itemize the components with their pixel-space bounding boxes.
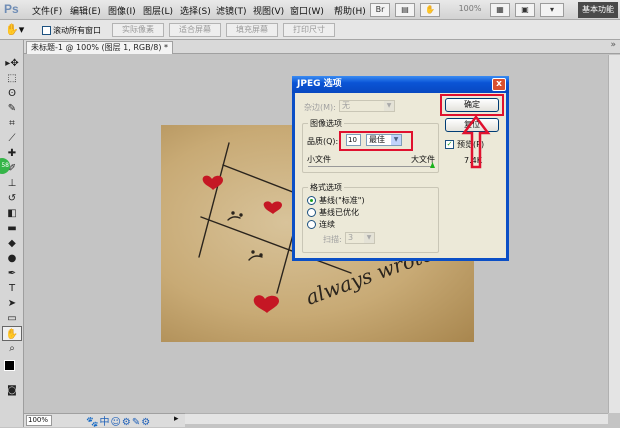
- format-options-group: 格式选项 基线("标准") 基线已优化 连续 扫描: 3 ▼: [302, 182, 439, 253]
- image-options-title: 图像选项: [308, 118, 344, 129]
- bridge-icon[interactable]: Br: [370, 3, 390, 17]
- baseline-optimized-radio[interactable]: [307, 208, 316, 217]
- arrange-documents-icon[interactable]: ▦: [490, 3, 510, 17]
- pen-tool-icon[interactable]: ✒: [2, 266, 22, 281]
- fill-screen-button[interactable]: 填充屏幕: [226, 23, 278, 37]
- scroll-all-windows-label: 滚动所有窗口: [53, 26, 101, 35]
- status-zoom-field[interactable]: 100%: [26, 415, 52, 426]
- menu-help[interactable]: 帮助(H): [334, 4, 366, 17]
- history-brush-tool-icon[interactable]: ↺: [2, 191, 22, 206]
- app-logo: Ps: [4, 2, 19, 16]
- menu-view[interactable]: 视图(V): [253, 4, 284, 17]
- menu-filter[interactable]: 滤镜(T): [216, 4, 247, 17]
- ok-highlight: [440, 94, 504, 116]
- screen-mode-icon[interactable]: ▣: [515, 3, 535, 17]
- menu-image[interactable]: 图像(I): [108, 4, 136, 17]
- scroll-all-windows-checkbox[interactable]: [42, 26, 51, 35]
- fit-screen-button[interactable]: 适合屏幕: [169, 23, 221, 37]
- matte-label: 杂边(M):: [304, 103, 336, 112]
- menu-select[interactable]: 选择(S): [180, 4, 211, 17]
- shape-tool-icon[interactable]: ▭: [2, 311, 22, 326]
- close-icon[interactable]: x: [492, 78, 506, 91]
- scans-select[interactable]: 3 ▼: [345, 232, 375, 244]
- quality-label: 品质(Q):: [307, 137, 339, 146]
- jpeg-options-dialog: JPEG 选项 x 杂边(M): 无 ▼ 图像选项 品质(Q): 10 最佳 ▼…: [292, 76, 509, 261]
- hand-tool-active-icon[interactable]: ✋: [2, 326, 22, 341]
- scans-label: 扫描:: [323, 235, 342, 244]
- progressive-label: 连续: [319, 220, 335, 229]
- hand-tool-icon[interactable]: ✋▾: [5, 23, 24, 36]
- red-arrow-annotation: [461, 114, 491, 169]
- move-tool-icon[interactable]: ▸✥: [2, 56, 22, 71]
- progressive-radio[interactable]: [307, 220, 316, 229]
- preview-checkbox[interactable]: ✓: [445, 140, 454, 149]
- quality-slider-track[interactable]: [308, 166, 434, 167]
- baseline-standard-radio[interactable]: [307, 196, 316, 205]
- chevron-down-icon: ▼: [384, 101, 394, 111]
- small-file-label: 小文件: [307, 155, 331, 164]
- scans-value: 3: [348, 233, 354, 242]
- type-tool-icon[interactable]: T: [2, 281, 22, 296]
- matte-value: 无: [342, 101, 350, 110]
- blur-tool-icon[interactable]: ◆: [2, 236, 22, 251]
- large-file-label: 大文件: [411, 155, 435, 164]
- ime-toolbar-icons[interactable]: 🐾中☺⚙✎⚙: [86, 413, 151, 428]
- baseline-standard-label: 基线("标准"): [319, 196, 365, 205]
- options-bar: ✋▾ 滚动所有窗口 实际像素 适合屏幕 填充屏幕 打印尺寸: [0, 20, 620, 40]
- eyedropper-tool-icon[interactable]: ⟋: [2, 131, 22, 146]
- menu-layer[interactable]: 图层(L): [143, 4, 173, 17]
- lasso-tool-icon[interactable]: ʘ: [2, 86, 22, 101]
- vertical-scrollbar[interactable]: [608, 55, 620, 413]
- format-options-title: 格式选项: [308, 182, 344, 193]
- menu-window[interactable]: 窗口(W): [290, 4, 324, 17]
- document-tab[interactable]: 未标题-1 @ 100% (图层 1, RGB/8) *: [26, 41, 174, 54]
- matte-select[interactable]: 无 ▼: [339, 100, 395, 112]
- marquee-tool-icon[interactable]: ⬚: [2, 71, 22, 86]
- actual-pixels-button[interactable]: 实际像素: [112, 23, 164, 37]
- menu-file[interactable]: 文件(F): [32, 4, 62, 17]
- workspace-icon[interactable]: ▾: [540, 3, 564, 17]
- zoom-level[interactable]: 100%: [455, 3, 485, 17]
- horizontal-scrollbar[interactable]: [185, 413, 608, 424]
- chevron-down-icon: ▼: [364, 233, 374, 243]
- dialog-title: JPEG 选项 x: [292, 76, 509, 93]
- toolbox: ▸✥ ⬚ ʘ ✎ ⌗ ⟋ ✚ ✐ ⊥ ↺ ◧ ▬ ◆ ● ✒ T ➤ ▭ ✋ ⌕…: [0, 40, 24, 427]
- mini-bridge-icon[interactable]: ▤: [395, 3, 415, 17]
- quick-mask-icon[interactable]: ◙: [2, 383, 22, 398]
- status-arrow-icon[interactable]: ▸: [174, 414, 179, 424]
- workspace-button[interactable]: 基本功能: [578, 2, 618, 18]
- print-size-button[interactable]: 打印尺寸: [283, 23, 335, 37]
- gradient-tool-icon[interactable]: ▬: [2, 221, 22, 236]
- dialog-title-text: JPEG 选项: [297, 79, 342, 89]
- path-select-tool-icon[interactable]: ➤: [2, 296, 22, 311]
- baseline-optimized-label: 基线已优化: [319, 208, 359, 217]
- hand-tool-icon[interactable]: ✋: [420, 3, 440, 17]
- menu-edit[interactable]: 编辑(E): [70, 4, 101, 17]
- crop-tool-icon[interactable]: ⌗: [2, 116, 22, 131]
- menu-bar: Ps 文件(F) 编辑(E) 图像(I) 图层(L) 选择(S) 滤镜(T) 视…: [0, 0, 620, 20]
- document-tab-bar: 未标题-1 @ 100% (图层 1, RGB/8) * »: [24, 40, 620, 54]
- zoom-tool-icon[interactable]: ⌕: [2, 341, 22, 356]
- eraser-tool-icon[interactable]: ◧: [2, 206, 22, 221]
- quick-select-tool-icon[interactable]: ✎: [2, 101, 22, 116]
- foreground-color-swatch[interactable]: [4, 360, 15, 371]
- dodge-tool-icon[interactable]: ●: [2, 251, 22, 266]
- quality-highlight: [339, 131, 413, 151]
- status-bar: 100% 🐾中☺⚙✎⚙ ▸: [24, 413, 185, 428]
- clone-stamp-tool-icon[interactable]: ⊥: [2, 176, 22, 191]
- panel-collapse-icon[interactable]: »: [610, 40, 616, 50]
